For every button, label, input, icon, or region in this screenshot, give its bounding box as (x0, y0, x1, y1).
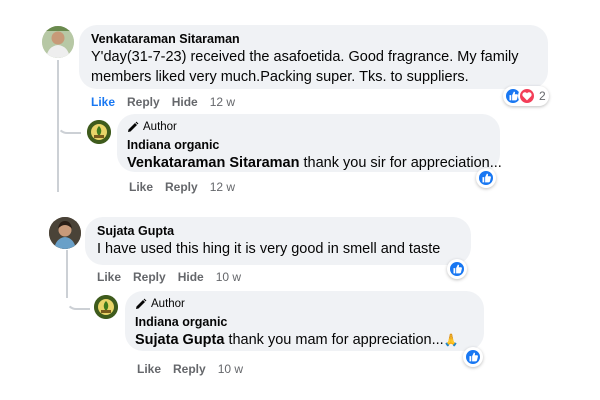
reply-button[interactable]: Reply (165, 180, 198, 194)
comment-text: I have used this hing it is very good in… (97, 241, 441, 257)
timestamp[interactable]: 10 w (218, 362, 243, 376)
reply-actions: Like Reply 10 w (137, 362, 243, 376)
like-button[interactable]: Like (91, 95, 115, 109)
hide-button[interactable]: Hide (178, 270, 204, 284)
timestamp[interactable]: 12 w (210, 180, 235, 194)
like-icon (448, 260, 466, 278)
reply-bubble: Author Indiana organic Sujata Gupta than… (125, 291, 484, 351)
pencil-icon (128, 121, 139, 132)
avatar[interactable] (87, 120, 111, 144)
reactions-summary[interactable] (463, 347, 483, 367)
author-badge: Author (127, 120, 490, 134)
like-icon (477, 169, 495, 187)
comment-author[interactable]: Sujata Gupta (97, 223, 459, 239)
reply-author[interactable]: Indiana organic (135, 314, 474, 330)
pencil-icon (136, 298, 147, 309)
like-button[interactable]: Like (137, 362, 161, 376)
reply-body: thank you sir for appreciation... (299, 155, 502, 171)
mention-link[interactable]: Sujata Gupta (135, 332, 224, 348)
reply-text: Sujata Gupta thank you mam for appreciat… (135, 330, 474, 350)
timestamp[interactable]: 10 w (216, 270, 241, 284)
avatar[interactable] (49, 217, 81, 249)
reply-button[interactable]: Reply (127, 95, 160, 109)
like-button[interactable]: Like (97, 270, 121, 284)
avatar[interactable] (42, 26, 74, 58)
reply-button[interactable]: Reply (173, 362, 206, 376)
reply-bubble: Author Indiana organic Venkataraman Sita… (117, 114, 502, 173)
comment-text: Y'day(31-7-23) received the asafoetida. … (91, 49, 519, 85)
reply-body: thank you mam for appreciation... (224, 332, 444, 348)
reaction-count: 2 (539, 89, 546, 103)
author-badge-label: Author (143, 121, 177, 133)
comment-author[interactable]: Venkataraman Sitaraman (91, 31, 536, 47)
comment-actions: Like Reply Hide 12 w (91, 95, 235, 109)
thread-branch (66, 288, 90, 310)
comment-actions: Like Reply Hide 10 w (97, 270, 241, 284)
author-badge-label: Author (151, 298, 185, 310)
reply-button[interactable]: Reply (133, 270, 166, 284)
like-icon (464, 348, 482, 366)
like-button[interactable]: Like (129, 180, 153, 194)
reply-actions: Like Reply 12 w (129, 180, 235, 194)
hide-button[interactable]: Hide (172, 95, 198, 109)
reactions-summary[interactable] (476, 168, 496, 188)
thread-branch (57, 112, 81, 134)
reactions-summary[interactable] (447, 259, 467, 279)
comment-bubble: Venkataraman Sitaraman Y'day(31-7-23) re… (79, 25, 548, 89)
love-icon (518, 87, 536, 105)
reply-author[interactable]: Indiana organic (127, 137, 490, 153)
author-badge: Author (135, 297, 474, 311)
reply-text: Venkataraman Sitaraman thank you sir for… (127, 153, 502, 173)
comment-bubble: Sujata Gupta I have used this hing it is… (85, 217, 471, 265)
praying-hands-emoji: 🙏 (443, 333, 459, 347)
mention-link[interactable]: Venkataraman Sitaraman (127, 155, 299, 171)
avatar[interactable] (94, 295, 118, 319)
reactions-summary[interactable]: 2 (503, 86, 549, 106)
timestamp[interactable]: 12 w (210, 95, 235, 109)
